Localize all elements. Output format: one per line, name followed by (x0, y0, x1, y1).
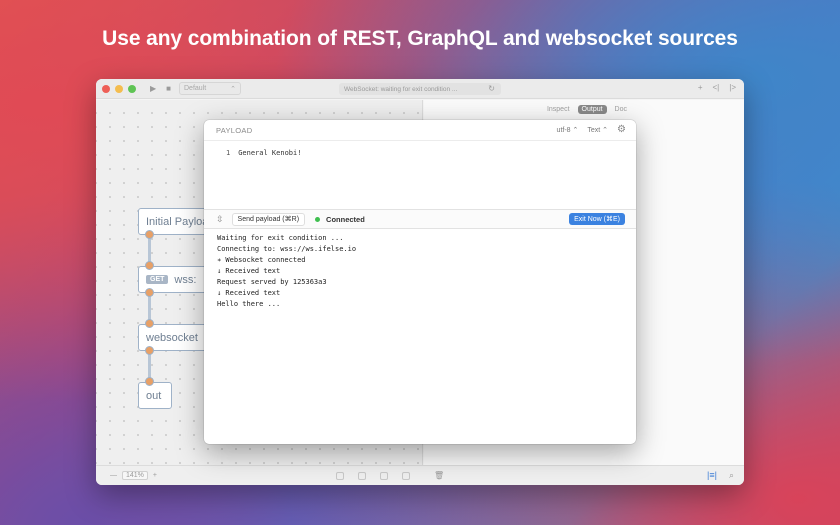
log-line: Connecting to: wss://ws.ifelse.io (217, 245, 357, 253)
tab-doc[interactable]: Doc (611, 105, 631, 114)
status-field: WebSocket: waiting for exit condition ..… (339, 83, 501, 95)
minimize-window-button[interactable] (115, 84, 123, 93)
payload-editor[interactable]: 1 General Kenobi! (204, 142, 636, 209)
trash-icon[interactable]: 🗑 (434, 471, 444, 480)
dialog-controls: utf-8 ⌃ Text ⌃ ⚙ (557, 125, 626, 135)
window-controls (102, 84, 136, 93)
bottom-bar: — 141% + 🗑 |≡| ⌕ (96, 465, 744, 485)
zoom-level[interactable]: 141% (122, 471, 148, 480)
headline: Use any combination of REST, GraphQL and… (102, 27, 738, 50)
zoom-in-button[interactable]: + (153, 472, 157, 479)
dialog-title: PAYLOAD (216, 125, 253, 135)
output-port[interactable] (145, 346, 154, 355)
reload-icon[interactable]: ↻ (488, 84, 495, 93)
method-badge: GET (146, 275, 169, 284)
tool-icon[interactable] (336, 471, 344, 480)
window-toolbar: ▶ ■ Default ⌃ WebSocket: waiting for exi… (96, 79, 744, 99)
split-handle-icon[interactable]: ⇳ (216, 214, 224, 225)
zoom-window-button[interactable] (128, 84, 136, 93)
tab-inspect[interactable]: Inspect (543, 105, 574, 114)
connection-status: Connected (326, 214, 365, 224)
canvas-tools (336, 471, 410, 480)
line-text[interactable]: General Kenobi! (238, 149, 301, 157)
chevron-down-icon: ⌃ (230, 85, 236, 93)
play-icon[interactable]: ▶ (150, 84, 156, 93)
line-number: 1 (226, 149, 231, 157)
dialog-header: PAYLOAD utf-8 ⌃ Text ⌃ ⚙ (204, 120, 636, 141)
inspector-tabs: Inspect Output Doc (543, 105, 631, 114)
log-line: Waiting for exit condition ... (217, 234, 344, 242)
log-line: Hello there ... (217, 300, 281, 308)
connection-status-dot (315, 216, 321, 222)
gear-icon[interactable]: ⚙ (617, 125, 626, 135)
log-line: ↓ Received text (217, 289, 281, 297)
toolbar-right-actions: + <| |> (698, 83, 736, 92)
tool-icon[interactable] (358, 471, 366, 480)
encoding-select[interactable]: utf-8 ⌃ (557, 126, 579, 134)
input-port[interactable] (145, 319, 154, 328)
tab-output[interactable]: Output (577, 105, 607, 114)
left-panel-icon[interactable]: <| (713, 83, 720, 92)
bottom-right-actions: |≡| ⌕ (707, 470, 734, 481)
send-payload-button[interactable]: Send payload (⌘R) (231, 212, 306, 226)
input-port[interactable] (145, 261, 154, 270)
add-icon[interactable]: + (698, 83, 703, 92)
scheme-label: Default (184, 85, 207, 92)
zoom-out-button[interactable]: — (110, 472, 117, 479)
log-line: Request served by 125363a3 (217, 278, 327, 286)
editor-line: 1 General Kenobi! (226, 149, 301, 157)
node-label: Initial Payloa (146, 215, 209, 228)
log-line: ∗ Websocket connected (217, 256, 306, 264)
node-label: wss: (174, 273, 197, 286)
dialog-toolbar: ⇳ Send payload (⌘R) Connected Exit Now (… (204, 209, 636, 229)
input-port[interactable] (145, 377, 154, 386)
tool-icon[interactable] (402, 471, 410, 480)
format-select[interactable]: Text ⌃ (587, 126, 608, 134)
output-port[interactable] (145, 288, 154, 297)
close-window-button[interactable] (102, 84, 110, 93)
output-port[interactable] (145, 230, 154, 239)
status-text: WebSocket: waiting for exit condition ..… (344, 85, 458, 93)
exit-now-button[interactable]: Exit Now (⌘E) (569, 213, 625, 225)
zoom-control: — 141% + (110, 471, 157, 480)
search-icon[interactable]: ⌕ (729, 470, 734, 481)
output-log: Waiting for exit condition ... Connectin… (217, 233, 356, 310)
flow-node-out[interactable]: out (138, 382, 172, 409)
node-label: websocket (146, 331, 198, 344)
stop-icon[interactable]: ■ (166, 84, 171, 93)
node-label: out (146, 389, 162, 402)
wrap-toggle-icon[interactable]: |≡| (707, 470, 717, 481)
payload-dialog: PAYLOAD utf-8 ⌃ Text ⌃ ⚙ 1 General Kenob… (204, 120, 636, 444)
log-line: ↓ Received text (217, 267, 281, 275)
tool-icon[interactable] (380, 471, 388, 480)
scheme-selector[interactable]: Default ⌃ (179, 82, 241, 95)
right-panel-icon[interactable]: |> (729, 83, 736, 92)
